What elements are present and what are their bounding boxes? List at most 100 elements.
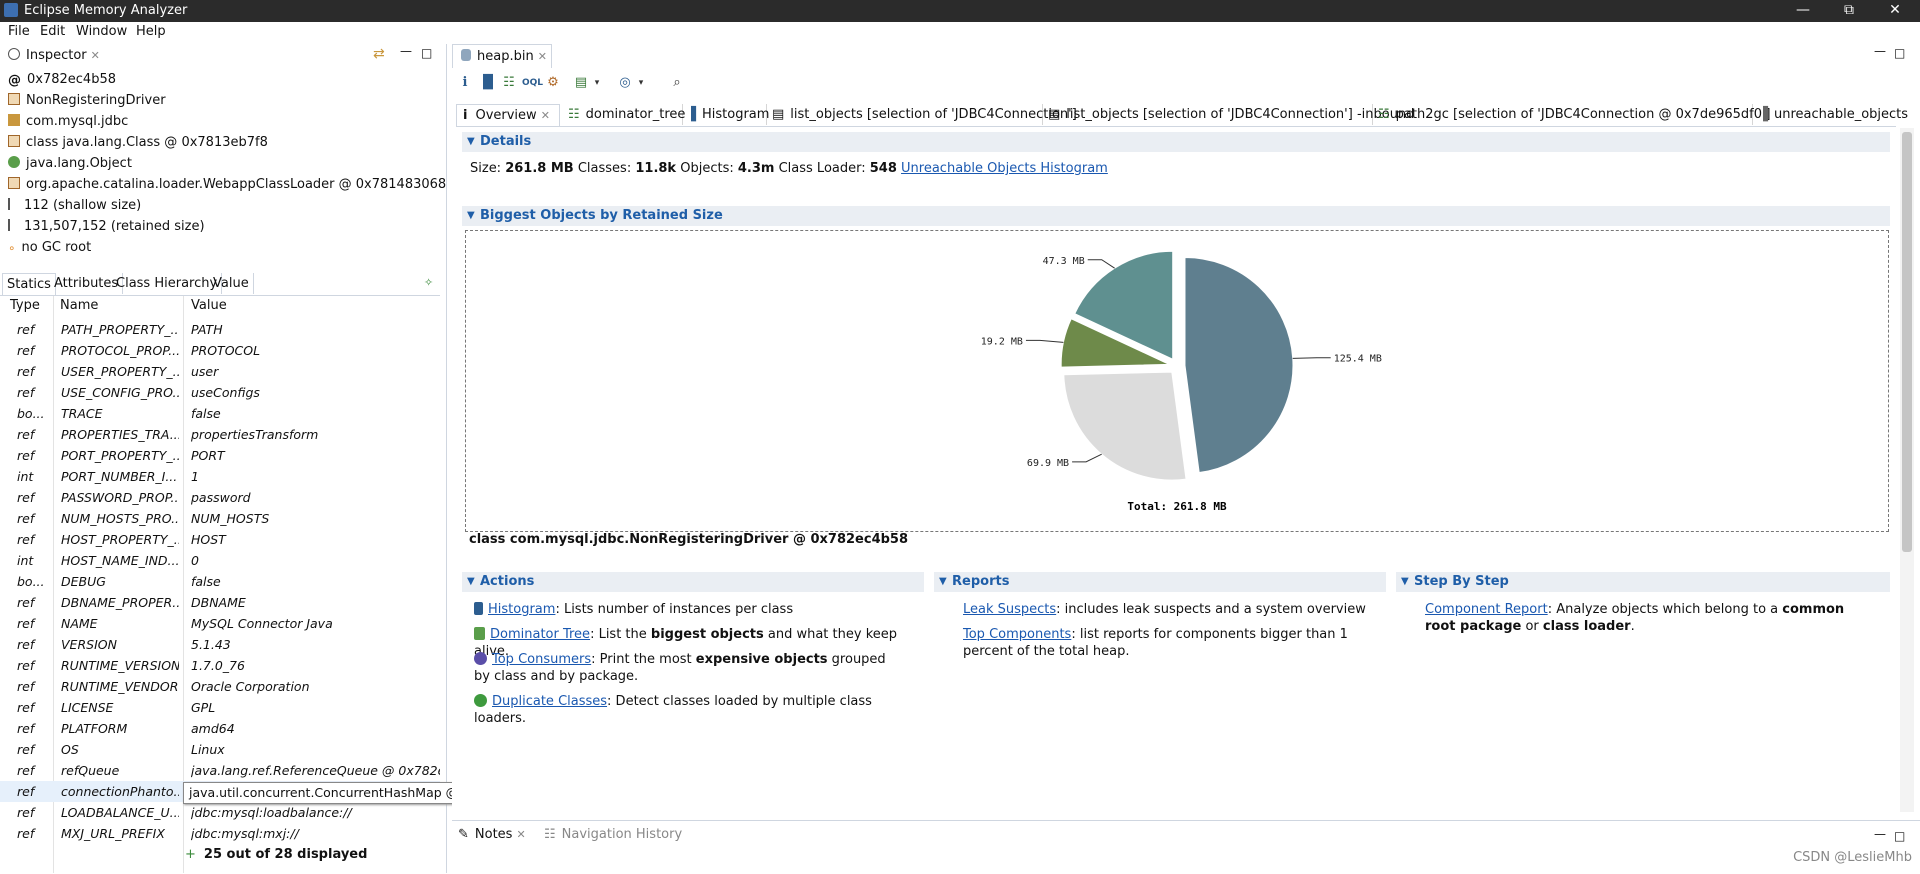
vertical-scrollbar[interactable] bbox=[1900, 128, 1914, 812]
tab-inspector[interactable]: Inspector ✕ bbox=[8, 48, 100, 63]
tab-notes[interactable]: ✎ Notes ✕ bbox=[458, 827, 526, 842]
static-field-row[interactable]: ref RUNTIME_VENDOR Oracle Corporation bbox=[0, 676, 440, 697]
col-name[interactable]: Name bbox=[60, 298, 98, 313]
overview-icon[interactable]: i bbox=[456, 74, 474, 92]
reports-section-header[interactable]: ▼ Reports bbox=[934, 572, 1386, 592]
static-field-row[interactable]: ref VERSION 5.1.43 bbox=[0, 634, 440, 655]
close-icon[interactable]: ✕ bbox=[91, 49, 100, 62]
tab-navigation-history[interactable]: ☷ Navigation History bbox=[544, 827, 682, 842]
static-field-row[interactable]: ref OS Linux bbox=[0, 739, 440, 760]
static-field-row[interactable]: ref PLATFORM amd64 bbox=[0, 718, 440, 739]
static-field-row[interactable]: ref DBNAME_PROPER... DBNAME bbox=[0, 592, 440, 613]
static-field-row[interactable]: ref HOST_PROPERTY_... HOST bbox=[0, 529, 440, 550]
oql-icon[interactable]: OQL bbox=[522, 74, 543, 92]
biggest-objects-section-header[interactable]: ▼ Biggest Objects by Retained Size bbox=[462, 206, 1890, 226]
top-consumers-link[interactable]: Top Consumers bbox=[492, 652, 591, 667]
minimize-notes-icon[interactable]: — bbox=[1874, 827, 1886, 841]
close-button[interactable]: ✕ bbox=[1872, 0, 1918, 22]
static-field-row[interactable]: bo... TRACE false bbox=[0, 403, 440, 424]
maximize-notes-icon[interactable]: □ bbox=[1894, 829, 1905, 843]
tab-class-hierarchy[interactable]: Class Hierarchy bbox=[112, 273, 223, 294]
static-field-row[interactable]: ref MXJ_URL_PREFIX jdbc:mysql:mxj:// bbox=[0, 823, 440, 844]
duplicate-classes-link[interactable]: Duplicate Classes bbox=[492, 694, 607, 709]
details-section-header[interactable]: ▼ Details bbox=[462, 132, 1890, 152]
component-report-link[interactable]: Component Report bbox=[1425, 602, 1548, 617]
static-field-row[interactable]: ref PASSWORD_PROP... password bbox=[0, 487, 440, 508]
static-field-row[interactable]: ref LOADBALANCE_U... jdbc:mysql:loadbalanc… bbox=[0, 802, 440, 823]
menu-window[interactable]: Window bbox=[76, 24, 127, 39]
field-type: ref bbox=[17, 763, 35, 778]
actions-section-header[interactable]: ▼ Actions bbox=[462, 572, 924, 592]
static-field-row[interactable]: ref PATH_PROPERTY_... PATH bbox=[0, 319, 440, 340]
chevron-down-icon[interactable]: ▾ bbox=[632, 74, 650, 92]
menu-file[interactable]: File bbox=[8, 24, 30, 39]
restore-button[interactable]: ⧉ bbox=[1826, 0, 1872, 22]
static-field-row[interactable]: ref PORT_PROPERTY_... PORT bbox=[0, 445, 440, 466]
tab-unreachable-objects[interactable]: ▐ unreachable_objects bbox=[1752, 104, 1908, 125]
static-field-row[interactable]: int PORT_NUMBER_I... 1 bbox=[0, 466, 440, 487]
maximize-view-icon[interactable]: □ bbox=[421, 46, 432, 60]
static-field-row[interactable]: ref PROTOCOL_PROP... PROTOCOL bbox=[0, 340, 440, 361]
tab-heap-bin[interactable]: heap.bin ✕ bbox=[452, 44, 552, 68]
field-type: ref bbox=[17, 511, 35, 526]
col-value[interactable]: Value bbox=[191, 298, 227, 313]
tab-list-objects-inbound[interactable]: ▤ list_objects [selection of 'JDBC4Connec… bbox=[1042, 104, 1414, 125]
pin-icon[interactable]: ✧ bbox=[424, 276, 433, 289]
top-consumers-icon bbox=[474, 652, 487, 665]
tab-statics[interactable]: Statics bbox=[2, 273, 56, 295]
field-name: VERSION bbox=[61, 637, 117, 652]
field-type: ref bbox=[17, 784, 35, 799]
top-components-link[interactable]: Top Components bbox=[963, 627, 1071, 642]
histogram-icon[interactable]: ▐▌ bbox=[478, 74, 498, 92]
minimize-button[interactable]: — bbox=[1780, 0, 1826, 22]
dominator-tree-link[interactable]: Dominator Tree bbox=[490, 627, 590, 642]
field-name: HOST_NAME_IND... bbox=[61, 553, 179, 568]
field-name: MXJ_URL_PREFIX bbox=[61, 826, 165, 841]
tab-dominator-tree[interactable]: ☷ dominator_tree bbox=[562, 104, 685, 125]
menu-help[interactable]: Help bbox=[136, 24, 166, 39]
scrollbar-thumb[interactable] bbox=[1902, 132, 1912, 552]
leak-suspects-link[interactable]: Leak Suspects bbox=[963, 602, 1056, 617]
static-field-row[interactable]: ref USER_PROPERTY_... user bbox=[0, 361, 440, 382]
static-field-row[interactable]: ref LICENSE GPL bbox=[0, 697, 440, 718]
close-icon[interactable]: ✕ bbox=[541, 109, 550, 122]
class-icon bbox=[8, 135, 20, 147]
histogram-link[interactable]: Histogram bbox=[488, 602, 555, 617]
static-field-row[interactable]: ref USE_CONFIG_PRO... useConfigs bbox=[0, 382, 440, 403]
field-value: Oracle Corporation bbox=[191, 679, 310, 694]
expand-icon[interactable]: + bbox=[185, 847, 196, 862]
minimize-editor-icon[interactable]: — bbox=[1874, 44, 1886, 58]
tab-histogram[interactable]: ▐ Histogram bbox=[680, 104, 769, 125]
action-histogram: Histogram: Lists number of instances per… bbox=[474, 601, 924, 618]
tab-list-objects[interactable]: ▤ list_objects [selection of 'JDBC4Connec… bbox=[766, 104, 1077, 125]
tab-path2gc[interactable]: ☷ path2gc [selection of 'JDBC4Connection … bbox=[1372, 104, 1771, 125]
dominator-tree-icon[interactable]: ☷ bbox=[500, 74, 518, 92]
pie-slice[interactable] bbox=[1063, 371, 1187, 481]
inspector-superclass: java.lang.Object bbox=[8, 154, 132, 174]
chevron-down-icon[interactable]: ▾ bbox=[588, 74, 606, 92]
pie-total-label: Total: 261.8 MB bbox=[1127, 500, 1227, 513]
menu-edit[interactable]: Edit bbox=[40, 24, 65, 39]
search-icon[interactable]: ⌕ bbox=[668, 74, 686, 92]
static-field-row[interactable]: ref NUM_HOSTS_PRO... NUM_HOSTS bbox=[0, 508, 440, 529]
step-by-step-section-header[interactable]: ▼ Step By Step bbox=[1396, 572, 1890, 592]
thread-overview-icon[interactable]: ⚙ bbox=[544, 74, 562, 92]
static-field-row[interactable]: ref PROPERTIES_TRA... propertiesTransform bbox=[0, 424, 440, 445]
pie-leader-line bbox=[1072, 453, 1102, 463]
static-field-row[interactable]: int HOST_NAME_IND... 0 bbox=[0, 550, 440, 571]
col-type[interactable]: Type bbox=[10, 298, 40, 313]
minimize-view-icon[interactable]: — bbox=[400, 44, 412, 58]
static-field-row[interactable]: ref RUNTIME_VERSION 1.7.0_76 bbox=[0, 655, 440, 676]
unreachable-histogram-link[interactable]: Unreachable Objects Histogram bbox=[901, 161, 1108, 176]
sync-icon[interactable]: ⇄ bbox=[373, 46, 385, 62]
pie-slice[interactable] bbox=[1184, 256, 1294, 474]
static-field-row[interactable]: ref refQueue java.lang.ref.ReferenceQueue … bbox=[0, 760, 440, 781]
tab-value[interactable]: Value bbox=[209, 273, 254, 294]
close-icon[interactable]: ✕ bbox=[516, 828, 525, 841]
field-name: LICENSE bbox=[61, 700, 114, 715]
static-field-row[interactable]: ref NAME MySQL Connector Java bbox=[0, 613, 440, 634]
maximize-editor-icon[interactable]: □ bbox=[1894, 46, 1905, 60]
close-icon[interactable]: ✕ bbox=[538, 50, 547, 63]
tab-overview[interactable]: i Overview ✕ bbox=[456, 104, 560, 126]
static-field-row[interactable]: bo... DEBUG false bbox=[0, 571, 440, 592]
